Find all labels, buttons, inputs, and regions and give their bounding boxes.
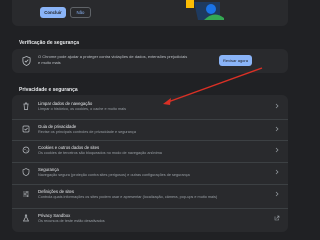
row-title: Privacy Sandbox (38, 213, 71, 218)
privacy-guide-icon (22, 125, 30, 133)
chevron-right-icon (275, 126, 279, 132)
row-subtitle: Revise os principais controles de privac… (38, 130, 136, 134)
privacy-sandbox-row[interactable]: Privacy Sandbox Os recursos de teste est… (12, 208, 288, 228)
chevron-right-icon (275, 147, 279, 153)
chevron-right-icon (275, 191, 279, 197)
row-subtitle: Limpar o histórico, os cookies, o cache … (38, 107, 126, 111)
chevron-right-icon (275, 169, 279, 175)
external-link-icon (274, 215, 280, 221)
shield-check-icon (22, 56, 31, 66)
flask-icon (22, 214, 30, 222)
row-title: Guia de privacidade (38, 124, 77, 129)
review-now-button[interactable]: Revisar agora (219, 55, 252, 66)
no-button[interactable]: Não (70, 7, 91, 18)
row-subtitle: Os recursos de teste estão desativados (38, 219, 105, 223)
privacy-section-title: Privacidade e segurança (19, 87, 78, 93)
privacy-settings-card: Limpar dados de navegação Limpar o histó… (12, 95, 288, 232)
cookies-row[interactable]: Cookies e outros dados de sites Os cooki… (12, 140, 288, 160)
security-check-title: Verificação de segurança (19, 40, 80, 46)
chevron-right-icon (275, 103, 279, 109)
confirm-button[interactable]: Concluir (40, 7, 66, 18)
row-subtitle: Controla quais informações os sites pode… (38, 195, 218, 199)
safety-check-card: O Chrome pode ajudar a proteger contra v… (12, 49, 288, 73)
site-settings-row[interactable]: Definições de sites Controla quais infor… (12, 184, 288, 206)
clear-browsing-data-row[interactable]: Limpar dados de navegação Limpar o histó… (12, 97, 288, 117)
previous-settings-card: Concluir Não (12, 0, 288, 26)
row-subtitle: Navegação segura (proteção contra sites … (38, 173, 190, 177)
sliders-icon (23, 191, 29, 197)
illustration-icon (186, 0, 224, 20)
safety-check-description: O Chrome pode ajudar a proteger contra v… (38, 54, 188, 65)
shield-icon (22, 168, 30, 176)
privacy-guide-row[interactable]: Guia de privacidade Revise os principais… (12, 119, 288, 139)
row-title: Definições de sites (38, 189, 75, 194)
row-title: Segurança (38, 167, 59, 172)
security-row[interactable]: Segurança Navegação segura (proteção con… (12, 162, 288, 182)
trash-icon (23, 102, 29, 110)
row-title: Cookies e outros dados de sites (38, 145, 100, 150)
row-subtitle: Os cookies de terceiros são bloqueados n… (38, 151, 162, 155)
row-title: Limpar dados de navegação (38, 101, 93, 106)
cookie-icon (22, 146, 30, 154)
